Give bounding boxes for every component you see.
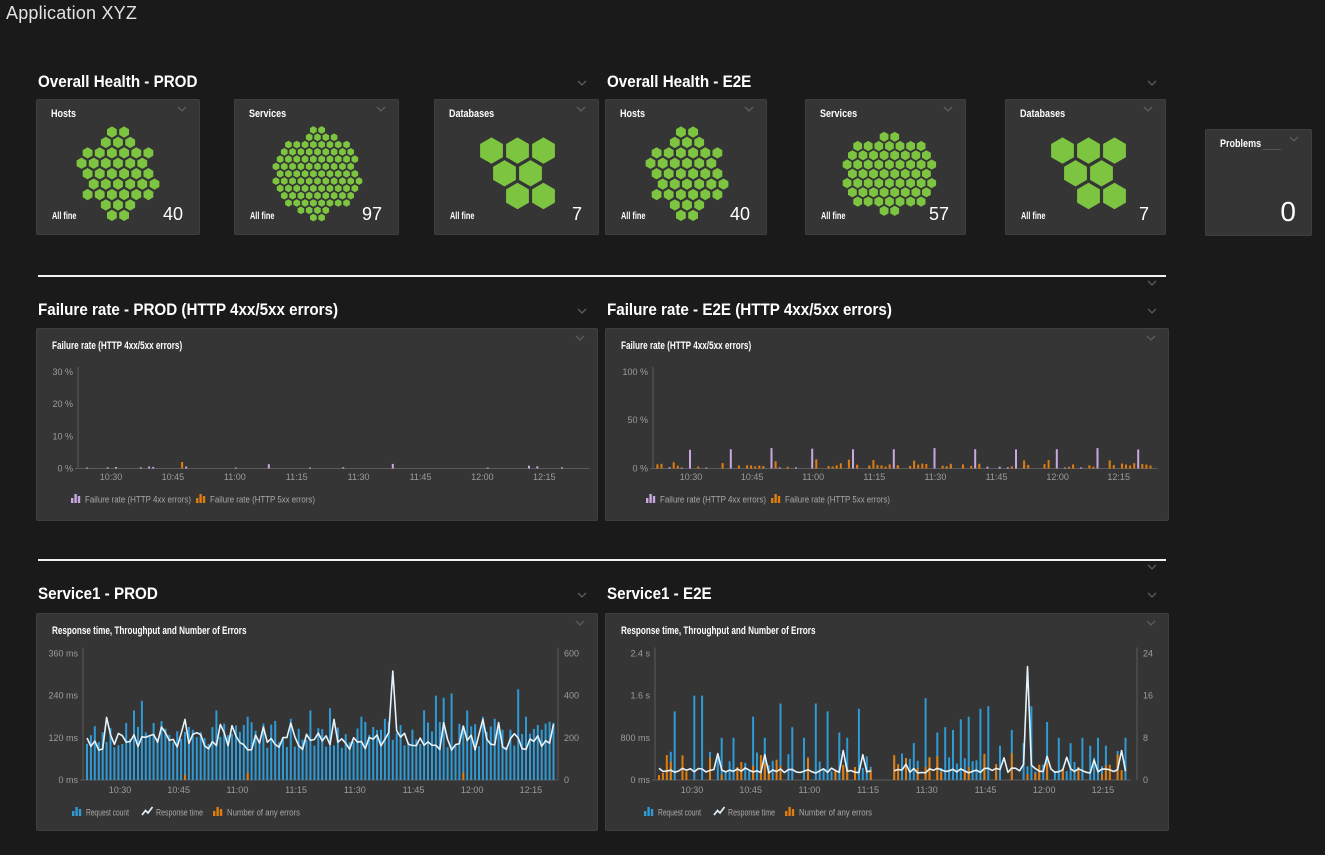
svg-text:Number of any errors: Number of any errors (227, 808, 300, 818)
svg-text:2.4 s: 2.4 s (630, 648, 650, 658)
svg-text:360 ms: 360 ms (48, 648, 78, 658)
svg-text:11:30: 11:30 (924, 472, 946, 482)
svg-text:12:15: 12:15 (520, 785, 543, 795)
svg-text:600: 600 (564, 648, 579, 658)
svg-text:12:15: 12:15 (1107, 472, 1130, 482)
svg-text:20 %: 20 % (52, 399, 73, 409)
svg-text:11:30: 11:30 (348, 472, 370, 482)
svg-text:12:00: 12:00 (1046, 472, 1069, 482)
svg-text:100 %: 100 % (622, 367, 648, 377)
svg-text:11:15: 11:15 (857, 785, 879, 795)
svg-text:11:45: 11:45 (403, 785, 425, 795)
svg-text:800 ms: 800 ms (620, 733, 650, 743)
svg-text:11:30: 11:30 (916, 785, 938, 795)
svg-text:Failure rate (HTTP 4xx errors): Failure rate (HTTP 4xx errors) (85, 495, 191, 505)
svg-text:12:15: 12:15 (533, 472, 556, 482)
svg-text:Failure rate (HTTP 4xx errors): Failure rate (HTTP 4xx errors) (660, 495, 766, 505)
svg-text:Failure rate (HTTP 5xx errors): Failure rate (HTTP 5xx errors) (210, 495, 315, 505)
svg-text:Failure rate (HTTP 5xx errors): Failure rate (HTTP 5xx errors) (785, 495, 890, 505)
svg-text:10:45: 10:45 (162, 472, 185, 482)
svg-text:11:45: 11:45 (975, 785, 997, 795)
svg-text:10:45: 10:45 (739, 785, 762, 795)
svg-text:11:45: 11:45 (986, 472, 1008, 482)
svg-text:8: 8 (1143, 733, 1148, 743)
svg-text:30 %: 30 % (52, 367, 73, 377)
svg-text:11:00: 11:00 (224, 472, 246, 482)
svg-text:200: 200 (564, 733, 579, 743)
svg-text:10:30: 10:30 (100, 472, 123, 482)
svg-text:0 ms: 0 ms (58, 775, 78, 785)
svg-text:12:00: 12:00 (1033, 785, 1056, 795)
svg-text:16: 16 (1143, 691, 1153, 701)
svg-text:Request count: Request count (86, 808, 129, 818)
svg-text:11:45: 11:45 (410, 472, 432, 482)
svg-text:Request count: Request count (658, 808, 701, 818)
svg-text:0: 0 (564, 775, 569, 785)
svg-text:0: 0 (1143, 775, 1148, 785)
svg-text:11:30: 11:30 (344, 785, 366, 795)
svg-text:Response time: Response time (728, 808, 775, 818)
svg-text:10:45: 10:45 (167, 785, 190, 795)
svg-text:0 ms: 0 ms (630, 775, 650, 785)
svg-text:50 %: 50 % (627, 415, 648, 425)
svg-text:1.6 s: 1.6 s (630, 691, 650, 701)
svg-text:240 ms: 240 ms (48, 691, 78, 701)
svg-text:0 %: 0 % (57, 464, 73, 474)
svg-text:10:30: 10:30 (109, 785, 132, 795)
svg-text:11:15: 11:15 (286, 472, 308, 482)
svg-text:10:30: 10:30 (680, 472, 703, 482)
svg-text:10:45: 10:45 (741, 472, 764, 482)
svg-text:120 ms: 120 ms (48, 733, 78, 743)
svg-text:0 %: 0 % (632, 464, 648, 474)
svg-text:11:15: 11:15 (863, 472, 885, 482)
svg-text:400: 400 (564, 691, 579, 701)
svg-text:12:00: 12:00 (471, 472, 494, 482)
svg-text:Number of any errors: Number of any errors (799, 808, 872, 818)
svg-text:11:15: 11:15 (285, 785, 307, 795)
svg-text:24: 24 (1143, 648, 1153, 658)
svg-text:11:00: 11:00 (798, 785, 820, 795)
svg-text:Response time: Response time (156, 808, 203, 818)
svg-text:11:00: 11:00 (226, 785, 248, 795)
svg-text:12:00: 12:00 (461, 785, 484, 795)
svg-text:10 %: 10 % (52, 431, 73, 441)
svg-text:11:00: 11:00 (802, 472, 824, 482)
svg-text:10:30: 10:30 (681, 785, 704, 795)
svg-text:12:15: 12:15 (1092, 785, 1115, 795)
